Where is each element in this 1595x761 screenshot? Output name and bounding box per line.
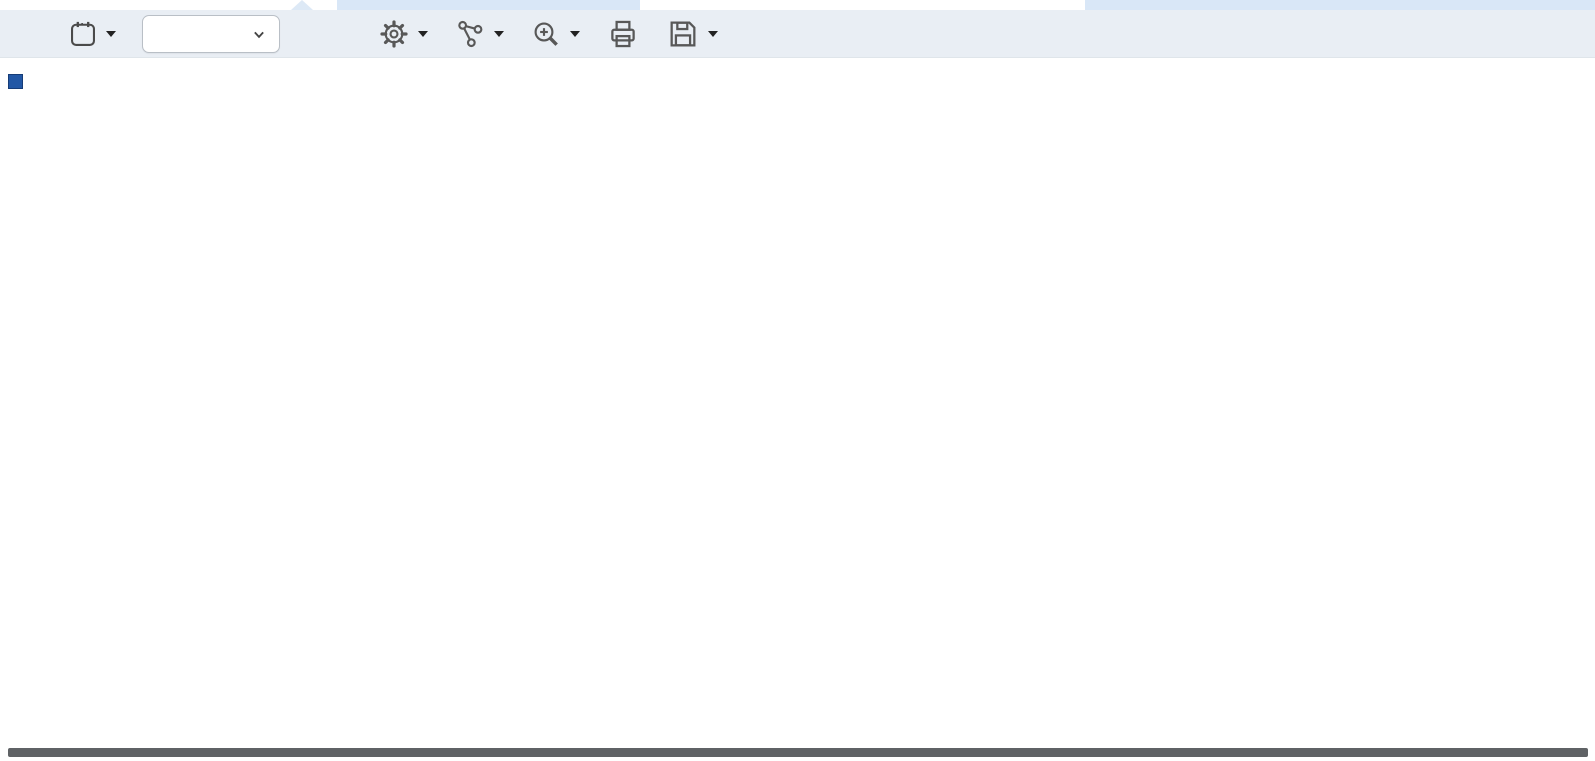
settings-gear-icon [380,19,408,48]
legend [8,74,31,89]
calendar-button[interactable] [68,19,116,49]
zoom-button[interactable] [530,18,580,50]
indicators-button[interactable] [454,18,504,50]
caret-down-icon [494,30,504,37]
icon-toolbar [378,17,744,51]
chevron-down-icon [254,31,264,38]
print-icon [611,20,635,47]
chart-application [0,0,1595,761]
top-strip-highlight [337,0,640,10]
tooltip-notch [291,0,313,10]
caret-down-icon [418,30,428,37]
save-icon [670,21,696,46]
exchange-select[interactable] [142,14,280,53]
print-button[interactable] [606,17,640,51]
caret-down-icon [570,30,580,37]
caret-down-icon [106,30,116,37]
indicators-icon [458,20,483,47]
zoom-in-icon [534,22,558,46]
save-button[interactable] [666,17,718,51]
top-strip-highlight [1085,0,1595,10]
legend-swatch [8,74,23,89]
chart-toolbar [0,10,1595,58]
caret-down-icon [708,30,718,37]
settings-button[interactable] [378,18,428,50]
top-strip [0,0,1595,10]
calendar-icon [71,21,95,46]
horizontal-scrollbar[interactable] [8,748,1588,757]
price-chart[interactable] [0,97,1480,727]
